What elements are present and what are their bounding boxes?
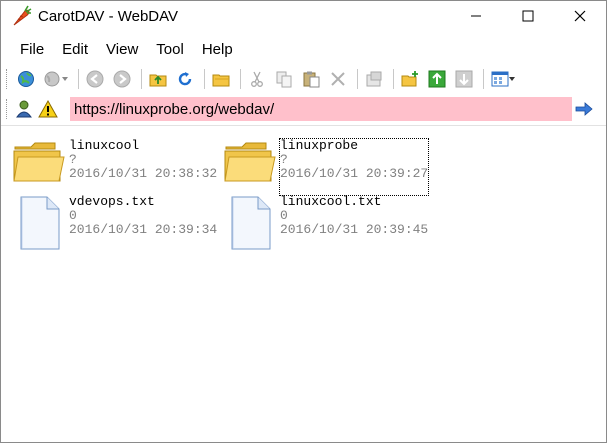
cut-icon (251, 71, 263, 87)
toolbar-separator (78, 69, 79, 89)
title-bar: CarotDAV - WebDAV (1, 1, 606, 31)
new-folder-icon (401, 71, 418, 87)
file-name: vdevops.txt (69, 194, 155, 209)
upload-button[interactable] (425, 67, 449, 91)
maximize-icon (522, 10, 534, 22)
menu-file[interactable]: File (11, 39, 53, 60)
file-date: 2016/10/31 20:38:32 (69, 166, 218, 181)
file-info: linuxcool ? 2016/10/31 20:38:32 (69, 139, 217, 195)
close-button[interactable] (554, 1, 606, 31)
up-folder-button[interactable] (146, 67, 170, 91)
toolbar (1, 65, 606, 93)
delete-button[interactable] (326, 67, 350, 91)
file-size: 0 (280, 208, 288, 223)
app-window: CarotDAV - WebDAV File Edit View Tool He… (0, 0, 607, 443)
paste-button[interactable] (299, 67, 323, 91)
up-folder-icon (149, 74, 167, 87)
file-size: ? (280, 152, 288, 167)
toolbar-grip[interactable] (6, 69, 9, 89)
menu-edit[interactable]: Edit (53, 39, 97, 60)
file-date: 2016/10/31 20:39:45 (280, 222, 429, 237)
list-item-linuxprobe[interactable]: linuxprobe ? 2016/10/31 20:39:27 (222, 138, 430, 196)
folder-icon (222, 139, 278, 195)
window-title: CarotDAV - WebDAV (38, 7, 179, 25)
paste-icon (303, 71, 320, 88)
minimize-icon (471, 15, 481, 17)
view-mode-button[interactable] (488, 67, 518, 91)
file-info: linuxcool.txt 0 2016/10/31 20:39:45 (280, 195, 428, 251)
forward-button[interactable] (110, 67, 134, 91)
disconnect-globe-icon (44, 71, 60, 87)
connect-globe-icon (18, 71, 34, 87)
menu-tool[interactable]: Tool (147, 39, 193, 60)
menu-view[interactable]: View (97, 39, 147, 60)
menu-help[interactable]: Help (193, 39, 242, 60)
file-info: linuxprobe ? 2016/10/31 20:39:27 (278, 138, 430, 196)
close-icon (574, 10, 586, 22)
list-item-vdevops-txt[interactable]: vdevops.txt 0 2016/10/31 20:39:34 (11, 195, 217, 251)
file-name: linuxcool.txt (280, 194, 382, 209)
copy-button[interactable] (272, 67, 296, 91)
address-grip[interactable] (6, 99, 9, 119)
download-button[interactable] (452, 67, 476, 91)
file-name: linuxcool (69, 138, 140, 153)
toolbar-separator (483, 69, 484, 89)
refresh-icon (178, 72, 192, 86)
file-size: ? (69, 152, 77, 167)
file-date: 2016/10/31 20:39:27 (280, 166, 429, 181)
disconnect-button[interactable] (41, 67, 71, 91)
warning-icon (38, 99, 58, 118)
upload-icon (428, 70, 446, 88)
list-item-linuxcool[interactable]: linuxcool ? 2016/10/31 20:38:32 (11, 139, 217, 195)
properties-button[interactable] (362, 67, 386, 91)
menu-bar: File Edit View Tool Help (1, 37, 606, 61)
file-name: linuxprobe (280, 138, 359, 153)
view-mode-icon (491, 71, 509, 87)
maximize-button[interactable] (502, 1, 554, 31)
cut-button[interactable] (245, 67, 269, 91)
connect-button[interactable] (14, 67, 38, 91)
go-arrow-icon[interactable] (574, 99, 594, 119)
file-date: 2016/10/31 20:39:34 (69, 222, 218, 237)
new-folder-button[interactable] (398, 67, 422, 91)
folder-icon (11, 139, 67, 195)
refresh-button[interactable] (173, 67, 197, 91)
toolbar-separator (357, 69, 358, 89)
user-icon[interactable] (14, 99, 34, 119)
open-folder-icon (212, 74, 230, 87)
properties-icon (366, 71, 382, 87)
toolbar-separator (204, 69, 205, 89)
back-button[interactable] (83, 67, 107, 91)
list-item-linuxcool-txt[interactable]: linuxcool.txt 0 2016/10/31 20:39:45 (222, 195, 428, 251)
copy-icon (276, 71, 292, 88)
carrot-icon (13, 5, 32, 26)
file-list: linuxcool ? 2016/10/31 20:38:32 linuxpro… (1, 127, 606, 442)
forward-icon (113, 70, 131, 88)
toolbar-separator (240, 69, 241, 89)
document-icon (11, 195, 67, 251)
address-input[interactable]: https://linuxprobe.org/webdav/ (70, 97, 572, 121)
chevron-down-icon (509, 77, 515, 81)
minimize-button[interactable] (450, 1, 502, 31)
document-icon (222, 195, 278, 251)
divider (1, 125, 606, 126)
back-icon (86, 70, 104, 88)
toolbar-separator (393, 69, 394, 89)
delete-icon (331, 72, 345, 86)
download-icon (455, 70, 473, 88)
chevron-down-icon (62, 77, 68, 81)
address-bar: https://linuxprobe.org/webdav/ (1, 96, 606, 122)
file-info: vdevops.txt 0 2016/10/31 20:39:34 (69, 195, 217, 251)
file-size: 0 (69, 208, 77, 223)
open-folder-button[interactable] (209, 67, 233, 91)
toolbar-separator (141, 69, 142, 89)
